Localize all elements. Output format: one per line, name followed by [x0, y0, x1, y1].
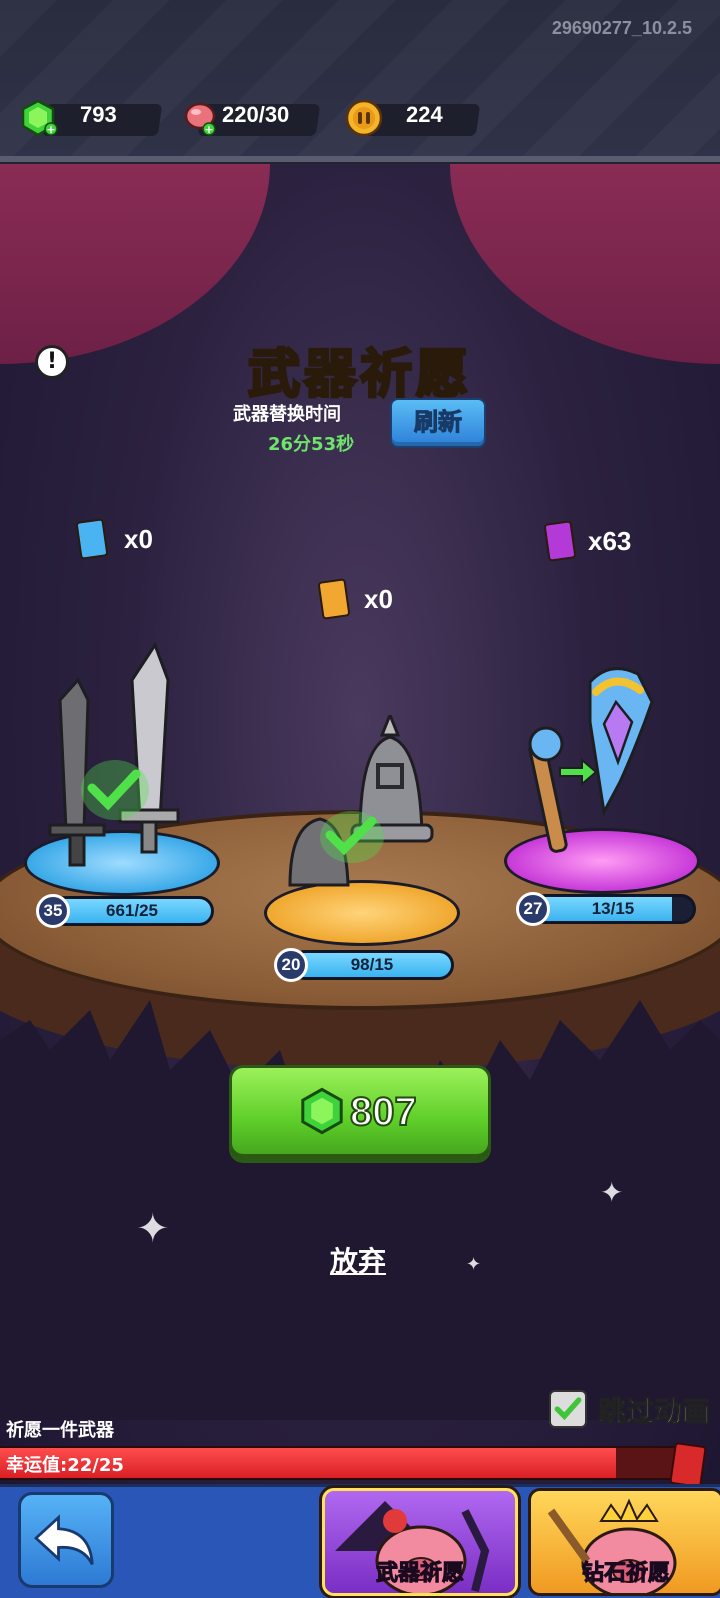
bells-progress-text: 98/15 [350, 955, 394, 974]
meat-plus-icon[interactable]: + [180, 98, 220, 138]
coins-value: 224 [406, 102, 443, 127]
staff-weapon-icon[interactable] [520, 662, 670, 862]
svg-text:+: + [46, 123, 55, 136]
energy-value: 220/30 [222, 102, 290, 127]
red-card-icon [669, 1441, 707, 1489]
coin-icon [345, 99, 383, 137]
sparkle-decoration: ✦ [466, 1254, 482, 1275]
back-arrow-icon [33, 1514, 94, 1566]
swords-weapon-icon[interactable] [40, 640, 190, 880]
game-screen: 29690277_10.2.5 + 793 + 220/30 224 ! 武器祈… [0, 0, 720, 1598]
checkmark-icon [554, 1397, 582, 1421]
skip-animation-checkbox[interactable] [549, 1390, 587, 1428]
staff-level-badge: 27 [516, 892, 550, 926]
skip-animation-label[interactable]: 跳过动画 [597, 1390, 710, 1430]
give-up-link[interactable]: 放弃 [330, 1240, 386, 1280]
orange-card-icon [317, 578, 351, 620]
svg-text:+: + [204, 123, 213, 136]
blue-card-icon [75, 518, 109, 560]
replace-time-label: 武器替换时间 [233, 404, 341, 425]
staff-progress-text: 13/15 [591, 899, 635, 918]
top-bar-edge [0, 156, 720, 164]
luck-value: 幸运值:22/25 [6, 1455, 124, 1476]
refresh-button[interactable]: 刷新 [390, 398, 486, 448]
tab-weapon-wish[interactable]: 武器祈愿 [322, 1488, 518, 1596]
tab-weapon-wish-label: 武器祈愿 [375, 1561, 464, 1587]
wish-cost-value: 807 [349, 1089, 418, 1135]
gem-icon [301, 1087, 343, 1135]
bells-progress-bar: 98/15 [290, 950, 454, 980]
wish-description: 祈愿一件武器 [6, 1420, 114, 1441]
purple-card-count: x63 [588, 526, 632, 556]
swords-progress-text: 661/25 [106, 901, 158, 920]
orange-card-count: x0 [364, 584, 393, 614]
crowd-silhouette [0, 1000, 720, 1420]
blue-card-count: x0 [124, 524, 153, 554]
swords-progress-bar: 661/25 [50, 896, 214, 926]
back-button[interactable] [18, 1492, 114, 1588]
version-label: 29690277_10.2.5 [551, 18, 692, 38]
staff-progress-bar: 13/15 [530, 894, 696, 924]
page-title: 武器祈愿 [246, 344, 472, 407]
tab-diamond-wish[interactable]: 钻石祈愿 [528, 1488, 720, 1596]
gem-plus-icon[interactable]: + [18, 98, 58, 138]
gems-value: 793 [80, 102, 117, 127]
purple-card-icon [543, 520, 577, 562]
sparkle-decoration: ✦ [136, 1206, 170, 1252]
swords-level-badge: 35 [36, 894, 70, 928]
sparkle-decoration: ✦ [600, 1176, 624, 1209]
bells-level-badge: 20 [274, 948, 308, 982]
tab-diamond-wish-label: 钻石祈愿 [581, 1561, 670, 1587]
replace-timer: 26分53秒 [268, 434, 355, 455]
bells-weapon-icon[interactable] [280, 715, 440, 915]
